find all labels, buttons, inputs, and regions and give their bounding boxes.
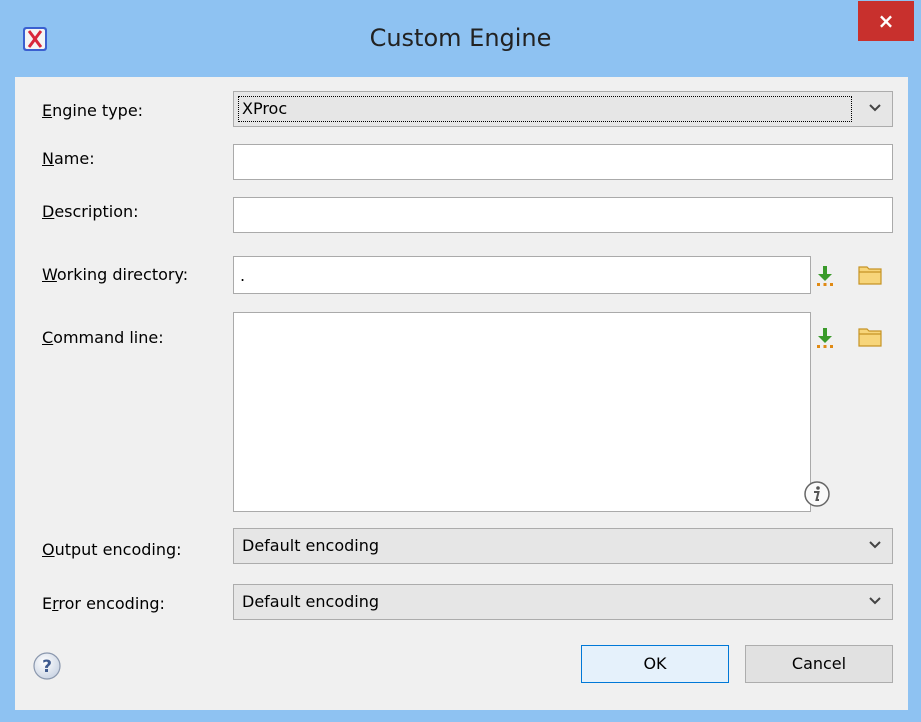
output-encoding-label: Output encoding:	[42, 540, 182, 559]
folder-icon[interactable]	[858, 325, 882, 349]
error-encoding-label-pre: E	[42, 594, 53, 613]
info-icon[interactable]	[803, 480, 831, 508]
name-mnemonic: N	[42, 149, 54, 168]
command-line-textarea[interactable]	[233, 312, 811, 512]
folder-icon[interactable]	[858, 263, 882, 287]
command-line-label: Command line:	[42, 328, 164, 347]
engine-type-value: XProc	[242, 99, 288, 118]
output-encoding-mnemonic: O	[42, 540, 55, 559]
dialog-body: Engine type: XProc Name: Description: Wo…	[15, 77, 908, 710]
output-encoding-label-text: utput encoding:	[54, 540, 182, 559]
command-line-label-text: ommand line:	[53, 328, 164, 347]
insert-variables-icon[interactable]	[813, 325, 837, 349]
window-title: Custom Engine	[369, 24, 552, 52]
description-label: Description:	[42, 202, 139, 221]
close-button[interactable]: ×	[858, 1, 914, 41]
description-input[interactable]	[233, 197, 893, 233]
engine-type-label-text: ngine type:	[52, 101, 144, 120]
insert-variables-icon[interactable]	[813, 263, 837, 287]
cancel-button[interactable]: Cancel	[745, 645, 893, 683]
custom-engine-dialog: Custom Engine × Engine type: XProc Name:…	[0, 0, 921, 722]
output-encoding-value: Default encoding	[242, 536, 380, 555]
name-input[interactable]	[233, 144, 893, 180]
description-mnemonic: D	[42, 202, 55, 221]
working-directory-label-text: orking directory:	[56, 265, 189, 284]
working-directory-label: Working directory:	[42, 265, 188, 284]
engine-type-mnemonic: E	[42, 101, 53, 120]
title-bar: Custom Engine ×	[0, 0, 921, 77]
description-label-text: escription:	[54, 202, 139, 221]
error-encoding-select[interactable]: Default encoding	[233, 584, 893, 620]
engine-type-select[interactable]: XProc	[233, 91, 893, 127]
output-encoding-select[interactable]: Default encoding	[233, 528, 893, 564]
chevron-down-icon	[869, 597, 881, 605]
working-directory-input[interactable]	[233, 256, 811, 294]
error-encoding-value: Default encoding	[242, 592, 380, 611]
svg-text:?: ?	[42, 657, 52, 677]
help-icon[interactable]: ?	[32, 651, 62, 681]
ok-button[interactable]: OK	[581, 645, 729, 683]
error-encoding-label: Error encoding:	[42, 594, 165, 613]
engine-type-label: Engine type:	[42, 101, 143, 120]
name-label: Name:	[42, 149, 95, 168]
chevron-down-icon	[869, 541, 881, 549]
focus-indicator	[238, 96, 852, 122]
working-directory-mnemonic: W	[42, 265, 57, 284]
name-label-text: ame:	[53, 149, 95, 168]
chevron-down-icon	[869, 104, 881, 112]
error-encoding-label-text: ror encoding:	[58, 594, 165, 613]
command-line-mnemonic: C	[42, 328, 54, 347]
